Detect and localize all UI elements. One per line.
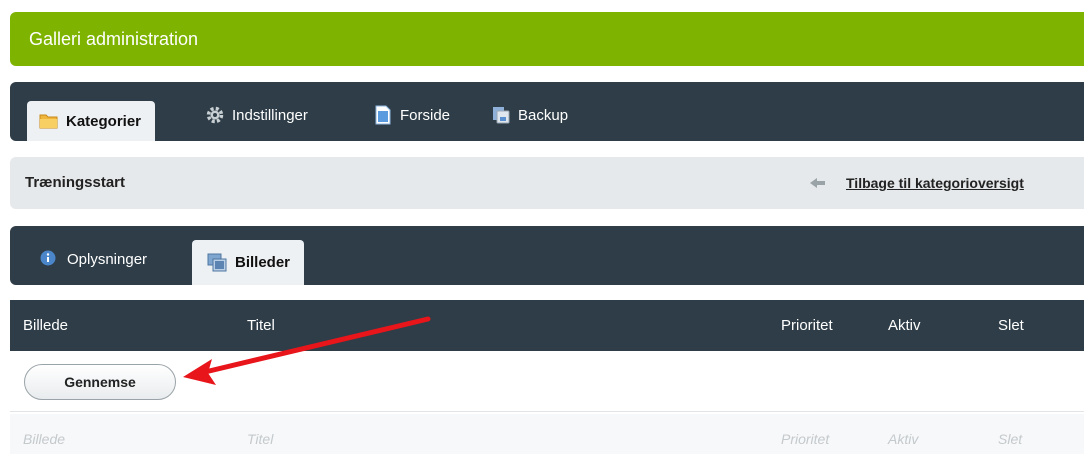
tab-label: Kategorier <box>66 112 142 130</box>
backup-icon <box>491 105 511 125</box>
page-title: Træningsstart <box>25 174 126 191</box>
tab-forside[interactable]: Forside <box>373 98 450 132</box>
back-link-group: Tilbage til kategorioversigt <box>810 157 1024 209</box>
footer-column-titel: Titel <box>247 431 274 447</box>
gear-icon <box>205 105 225 125</box>
arrow-left-icon <box>810 177 826 189</box>
tab-label: Indstillinger <box>232 106 308 124</box>
column-header-aktiv: Aktiv <box>888 317 921 334</box>
row-divider <box>10 411 1084 412</box>
tab-kategorier[interactable]: Kategorier <box>27 101 156 141</box>
folder-icon <box>39 111 59 131</box>
tab-label: Billeder <box>235 254 291 271</box>
footer-column-slet: Slet <box>998 431 1023 447</box>
images-table-header: Billede Titel Prioritet Aktiv Slet <box>10 300 1084 351</box>
app-title: Galleri administration <box>29 29 199 49</box>
tab-billeder[interactable]: Billeder <box>192 240 305 285</box>
info-icon <box>40 250 58 268</box>
main-tabs-bar: Kategorier Indstillinger Forside Backup <box>10 82 1084 141</box>
category-title-bar: Træningsstart Tilbage til kategorioversi… <box>10 157 1084 209</box>
tab-backup[interactable]: Backup <box>491 98 568 132</box>
footer-column-prioritet: Prioritet <box>781 431 830 447</box>
images-icon <box>207 252 229 274</box>
tab-label: Oplysninger <box>67 250 148 268</box>
footer-column-billede: Billede <box>23 431 66 447</box>
column-header-billede: Billede <box>23 317 69 334</box>
back-to-categories-link[interactable]: Tilbage til kategorioversigt <box>846 175 1024 191</box>
app-header: Galleri administration <box>10 12 1084 66</box>
tab-label: Forside <box>400 106 451 124</box>
footer-column-aktiv: Aktiv <box>888 431 919 447</box>
sub-tabs-bar: Oplysninger Billeder <box>10 226 1084 285</box>
browse-button[interactable]: Gennemse <box>24 364 176 400</box>
tab-indstillinger[interactable]: Indstillinger <box>205 98 308 132</box>
images-table-footer: Billede Titel Prioritet Aktiv Slet <box>10 414 1084 454</box>
tab-label: Backup <box>518 106 569 124</box>
column-header-slet: Slet <box>998 317 1024 334</box>
column-header-titel: Titel <box>247 317 275 334</box>
tab-oplysninger[interactable]: Oplysninger <box>40 242 147 276</box>
column-header-prioritet: Prioritet <box>781 317 833 334</box>
page-icon <box>373 105 393 125</box>
